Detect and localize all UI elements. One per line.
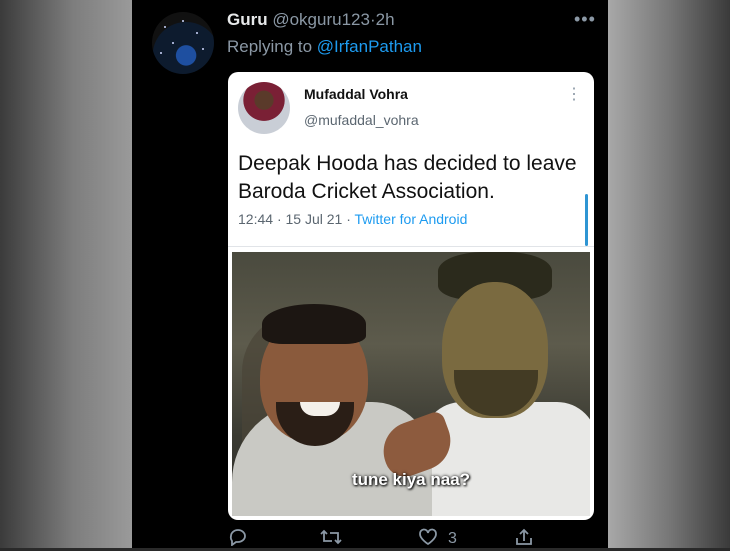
tweet-actions: 3 <box>228 528 588 548</box>
quoted-more-icon: ⋮ <box>566 86 582 103</box>
tweet-feed: Guru @okguru123·2h ••• Replying to @Irfa… <box>132 0 608 548</box>
mention-link[interactable]: @IrfanPathan <box>317 37 422 56</box>
avatar[interactable] <box>152 12 214 74</box>
quoted-tweet-text: Deepak Hooda has decided to leave Baroda… <box>238 152 577 203</box>
blurred-background-left <box>0 0 132 548</box>
like-count: 3 <box>448 530 457 547</box>
author-handle[interactable]: @okguru123 <box>272 10 370 29</box>
scroll-indicator <box>585 194 588 246</box>
replying-to: Replying to @IrfanPathan <box>227 37 422 57</box>
tweet-header: Guru @okguru123·2h <box>227 10 395 30</box>
divider <box>228 246 594 247</box>
more-options-icon[interactable]: ••• <box>574 9 596 30</box>
quoted-author-name: Mufaddal Vohra <box>304 86 408 102</box>
person-left-hair <box>262 304 366 344</box>
quoted-author-handle: @mufaddal_vohra <box>304 112 419 128</box>
meme-image: tune kiya naa? <box>232 252 590 516</box>
meme-caption: tune kiya naa? <box>351 470 471 489</box>
tweet-media-card[interactable]: Mufaddal Vohra @mufaddal_vohra ⋮ Deepak … <box>228 72 594 520</box>
quoted-separator: · <box>276 211 282 227</box>
author-name[interactable]: Guru <box>227 10 268 29</box>
quoted-separator-2: · <box>346 211 351 227</box>
quoted-tweet-meta: 12:44 · 15 Jul 21 · Twitter for Android <box>238 211 467 227</box>
quoted-avatar <box>238 82 290 134</box>
quoted-date: 15 Jul 21 <box>285 211 343 227</box>
replying-to-label: Replying to <box>227 37 313 56</box>
quoted-client: Twitter for Android <box>354 211 468 227</box>
quoted-time: 12:44 <box>238 211 274 227</box>
blurred-background-right <box>608 0 730 548</box>
tweet-time[interactable]: 2h <box>376 10 395 29</box>
person-right-shirt <box>422 402 590 516</box>
